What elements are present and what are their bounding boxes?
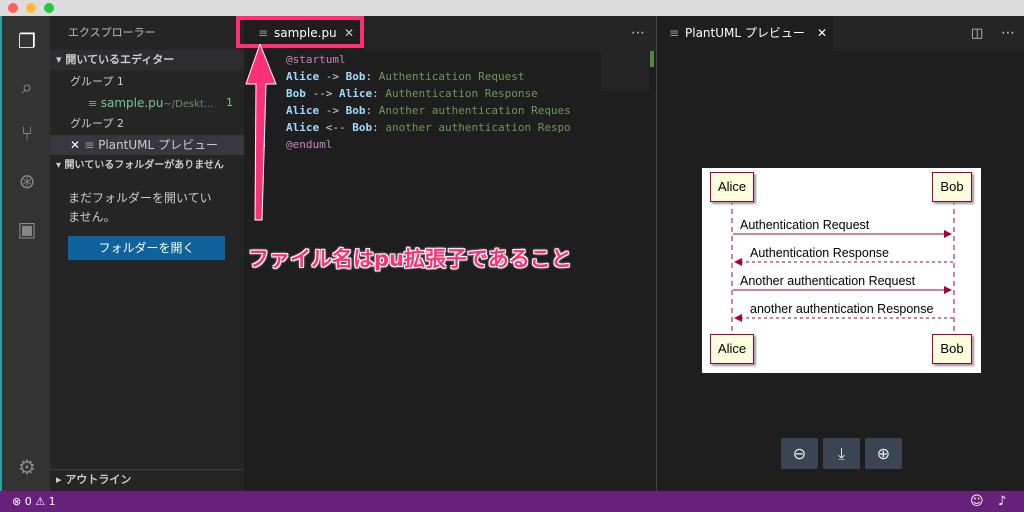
no-folder-message-line1: まだフォルダーを開いてい [68, 191, 212, 205]
code-token: Alice [286, 121, 320, 134]
code-token: Bob [352, 121, 373, 134]
zoom-window-button[interactable] [44, 3, 54, 13]
source-control-icon[interactable]: ⑂ [14, 120, 40, 146]
code-line[interactable]: 6@enduml [244, 136, 604, 153]
problem-count-badge: 1 [226, 96, 233, 109]
message-label: Another authentication Request [740, 274, 916, 288]
problems-status[interactable]: ⊗ 0 ⚠ 1 [12, 491, 56, 512]
code-line[interactable]: 5Alice <-- Bob: another authentication R… [244, 119, 604, 136]
more-actions-icon[interactable]: ⋯ [1001, 16, 1015, 51]
notifications-bell-icon[interactable]: ♪ [998, 491, 1006, 512]
explorer-icon[interactable]: ❐ [14, 28, 40, 54]
status-bar: ⊗ 0 ⚠ 1 ☺ ♪ [0, 491, 1024, 512]
explorer-sidebar: エクスプローラー ▾ 開いているエディター グループ 1 ≡ sample.pu… [50, 16, 244, 491]
message-label: another authentication Response [750, 302, 934, 316]
preview-tab-bar: ≡ PlantUML プレビュー ✕ ◫ ⋯ [657, 16, 1024, 51]
close-icon[interactable]: ✕ [70, 138, 84, 152]
open-editors-header[interactable]: ▾ 開いているエディター [50, 50, 244, 70]
code-token: Alice [339, 87, 373, 100]
group-1-label: グループ 1 [70, 75, 124, 88]
code-token: @enduml [286, 138, 333, 151]
message-label: Authentication Response [750, 246, 889, 260]
code-token: @startuml [286, 53, 346, 66]
code-token: Authentication Request [378, 70, 525, 83]
close-window-button[interactable] [8, 3, 18, 13]
code-token: Bob [345, 70, 366, 83]
message-label: Authentication Request [740, 218, 870, 232]
preview-group: ≡ PlantUML プレビュー ✕ ◫ ⋯ Alice Bob Authentic… [656, 16, 1024, 491]
open-editor-plantuml-preview[interactable]: ✕ ≡ PlantUML プレビュー [50, 135, 244, 155]
code-line[interactable]: 1@startuml [244, 51, 604, 68]
code-token: : [372, 87, 386, 100]
tab-plantuml-preview[interactable]: ≡ PlantUML プレビュー ✕ [657, 16, 833, 51]
code-token: Another authentication Reques [378, 104, 571, 117]
no-folder-message-line2: ません。 [68, 210, 116, 224]
window-titlebar [0, 0, 1024, 16]
debug-icon[interactable]: ⊛ [14, 168, 40, 194]
split-editor-icon[interactable]: ◫ [971, 16, 983, 51]
chevron-down-icon: ▾ [56, 53, 66, 66]
participant-alice-bottom: Alice [710, 334, 754, 364]
code-token: Bob [286, 87, 306, 100]
extensions-icon[interactable]: ▣ [14, 216, 40, 242]
chevron-right-icon: ▸ [56, 473, 66, 486]
code-token: : [372, 121, 386, 134]
explorer-title: エクスプローラー [68, 26, 156, 39]
code-token: another authentication Respo [385, 121, 571, 134]
feedback-smiley-icon[interactable]: ☺ [970, 491, 984, 512]
error-icon: ⊗ [12, 495, 25, 508]
code-token: Alice [286, 70, 320, 83]
activity-bar: ❐ ⌕ ⑂ ⊛ ▣ ⚙ [0, 16, 50, 491]
code-line[interactable]: 3Bob --> Alice: Authentication Response [244, 85, 604, 102]
code-token: -> [319, 104, 346, 117]
code-token: -> [319, 70, 346, 83]
code-line[interactable]: 4Alice -> Bob: Another authentication Re… [244, 102, 604, 119]
code-token: Alice [286, 104, 320, 117]
more-actions-icon[interactable]: ⋯ [631, 16, 645, 51]
zoom-in-icon[interactable]: ⊕ [865, 438, 902, 469]
code-token: : [365, 70, 379, 83]
scrollbar-indicator[interactable] [650, 51, 654, 67]
participant-alice-top: Alice [710, 172, 754, 202]
close-icon[interactable]: ✕ [817, 16, 827, 51]
preview-icon: ≡ [669, 26, 680, 40]
annotation-text: ファイル名はpu拡張子であること [248, 247, 572, 271]
code-token: Authentication Response [385, 87, 538, 100]
code-token: Bob [345, 104, 366, 117]
file-lines-icon: ≡ [84, 138, 99, 152]
zoom-out-icon[interactable]: ⊖ [781, 438, 818, 469]
group-2-label: グループ 2 [70, 117, 124, 130]
minimap[interactable] [601, 51, 649, 91]
code-line[interactable]: 2Alice -> Bob: Authentication Request [244, 68, 604, 85]
warning-icon: ⚠ [31, 495, 49, 508]
chevron-down-icon: ▾ [56, 160, 65, 171]
outline-section-header[interactable]: ▸ アウトライン [50, 469, 244, 489]
annotation-arrow [245, 44, 277, 221]
code-token: : [365, 104, 379, 117]
file-lines-icon: ≡ [88, 97, 101, 110]
participant-bob-top: Bob [932, 172, 972, 202]
code-token: --> [305, 87, 339, 100]
participant-bob-bottom: Bob [932, 334, 972, 364]
minimize-window-button[interactable] [26, 3, 36, 13]
code-token: <-- [319, 121, 353, 134]
open-folder-button[interactable]: フォルダーを開く [68, 236, 225, 260]
settings-gear-icon[interactable]: ⚙ [14, 454, 40, 480]
search-icon[interactable]: ⌕ [14, 74, 40, 100]
no-folder-header[interactable]: ▾ 開いているフォルダーがありません [50, 156, 244, 176]
fit-to-window-icon[interactable]: ⤓ [823, 438, 860, 469]
sequence-diagram: Alice Bob Authentication Request Authent… [702, 168, 981, 373]
open-editor-sample-pu[interactable]: ≡ sample.pu~/Deskt... 1 [50, 93, 244, 113]
